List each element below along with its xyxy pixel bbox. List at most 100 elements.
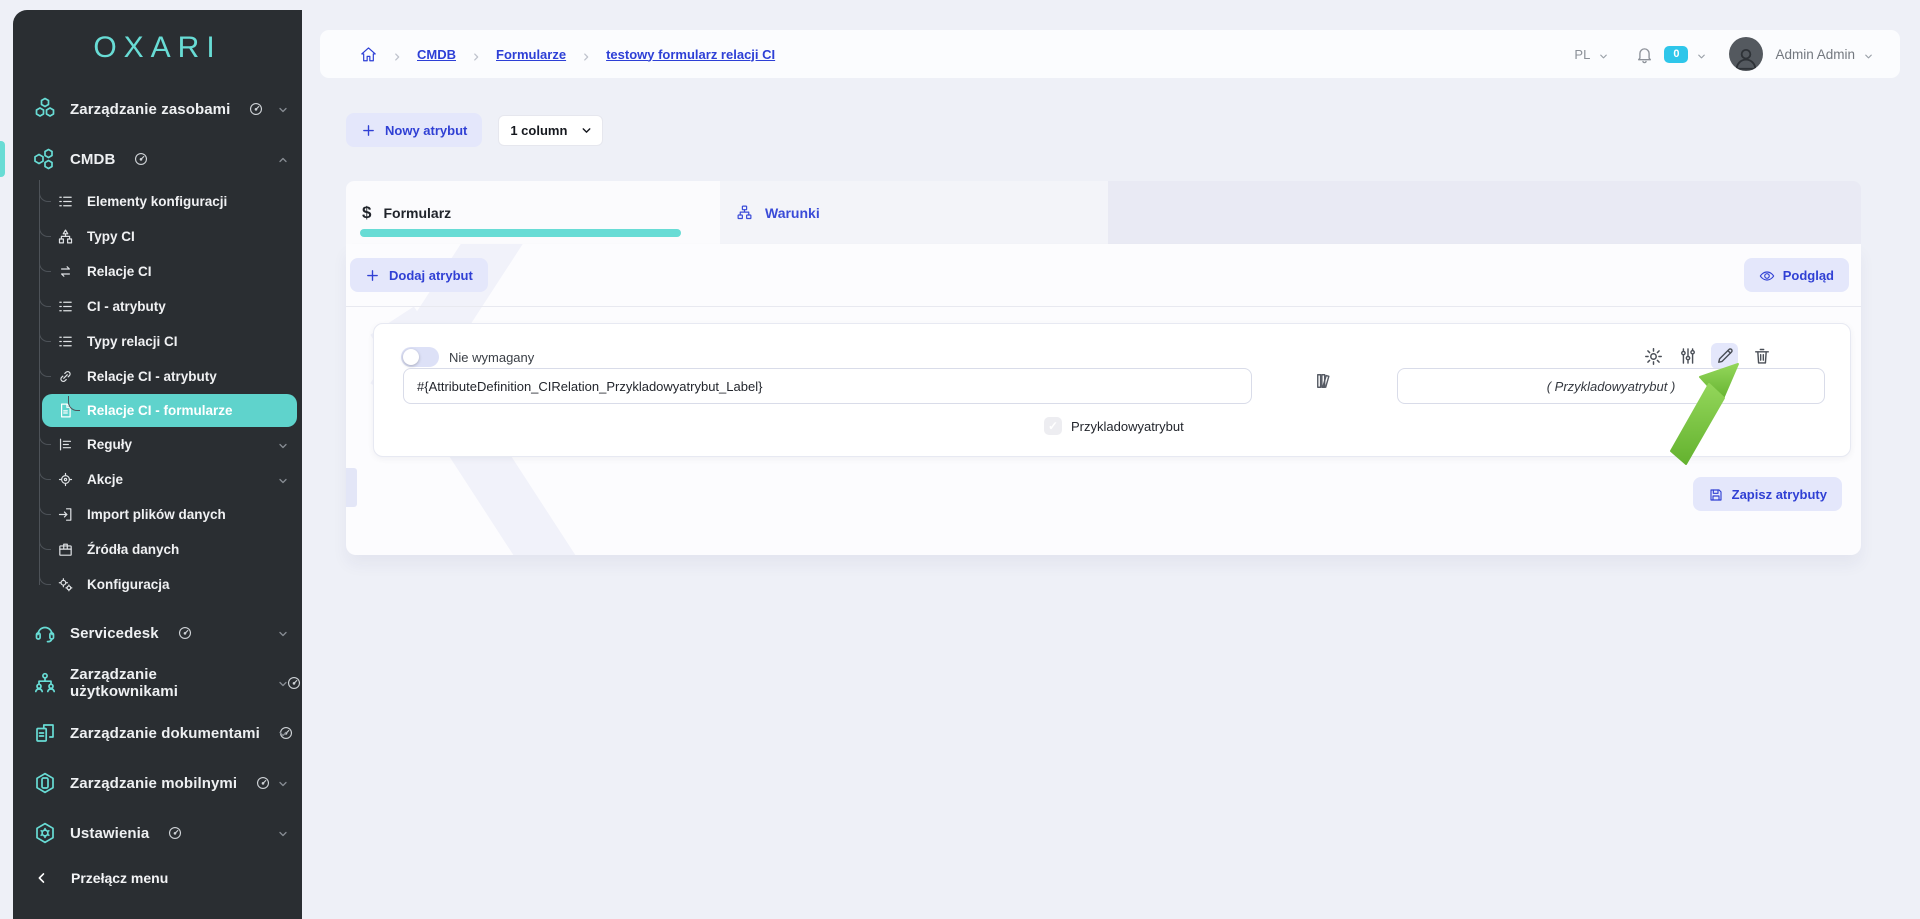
sidebar-item-zarzadzanie-mobilnymi[interactable]: Zarządzanie mobilnymi [13, 758, 302, 808]
chevron-down-icon [277, 677, 289, 689]
sidebar-item-typy-relacji-ci[interactable]: Typy relacji CI [13, 324, 302, 359]
sidebar-item-zarzadzanie-uzytkownikami[interactable]: Zarządzanie użytkownikami [13, 658, 302, 708]
target-icon [57, 471, 74, 488]
sidebar-item-elementy-konfiguracji[interactable]: Elementy konfiguracji [13, 184, 302, 219]
chevron-down-icon[interactable] [1696, 49, 1707, 60]
document-icon [57, 402, 74, 419]
mobile-icon [33, 771, 57, 795]
form-builder-panel: Dodaj atrybut Podgląd Nie wymagany ( Prz… [346, 244, 1861, 555]
gauge-icon [177, 625, 193, 641]
swap-icon [57, 263, 74, 280]
attribute-actions [1643, 343, 1772, 369]
language-selector[interactable]: PL [1574, 47, 1590, 62]
notifications-count-badge[interactable]: 0 [1664, 46, 1688, 63]
sidebar-item-relacje-ci-atrybuty[interactable]: Relacje CI - atrybuty [13, 359, 302, 394]
chevron-right-icon [471, 49, 481, 59]
data-source-icon [57, 541, 74, 558]
sliders-icon[interactable] [1677, 346, 1698, 367]
settings-icon [33, 821, 57, 845]
columns-select-wrap: 1 column [498, 115, 603, 146]
sidebar-item-ci-atrybuty[interactable]: CI - atrybuty [13, 289, 302, 324]
form-toolbar: Nowy atrybut 1 column [346, 113, 603, 147]
sidebar-item-zarzadzanie-zasobami[interactable]: Zarządzanie zasobami [13, 84, 302, 134]
collapse-menu-button[interactable]: Przełącz menu [13, 863, 302, 893]
sidebar-nav: Zarządzanie zasobami CMDB Elementy konfi… [13, 72, 302, 858]
sitemap-icon [736, 204, 753, 221]
dollar-icon: $ [362, 203, 371, 223]
attribute-checkbox-row: Przykladowyatrybut [1044, 417, 1184, 435]
save-attributes-button[interactable]: Zapisz atrybuty [1693, 477, 1842, 511]
columns-select[interactable]: 1 column [498, 115, 603, 146]
chevron-down-icon[interactable] [1598, 49, 1609, 60]
attribute-checkbox-label: Przykladowyatrybut [1071, 419, 1184, 434]
cmdb-icon [33, 147, 57, 171]
sidebar-item-konfiguracja[interactable]: Konfiguracja [13, 567, 302, 602]
link-icon [57, 368, 74, 385]
library-books-icon[interactable] [1314, 371, 1334, 391]
sidebar-item-zrodla-danych[interactable]: Źródła danych [13, 532, 302, 567]
active-section-indicator [0, 141, 5, 177]
user-menu[interactable]: Admin Admin [1775, 47, 1855, 62]
attribute-display-value[interactable]: ( Przykladowyatrybut ) [1397, 368, 1825, 404]
tab-warunki[interactable]: Warunki [720, 181, 1108, 244]
chevron-left-icon [35, 871, 49, 885]
required-toggle-row: Nie wymagany [401, 347, 534, 367]
list-icon [57, 193, 74, 210]
settings-gear-icon[interactable] [1643, 346, 1664, 367]
chevron-down-icon [277, 103, 289, 115]
cmdb-submenu: Elementy konfiguracji Typy CI Relacje CI… [13, 184, 302, 602]
rules-icon [57, 436, 74, 453]
gauge-icon [167, 825, 183, 841]
toggle-knob [403, 349, 419, 365]
chevron-down-icon [277, 439, 289, 451]
import-icon [57, 506, 74, 523]
assets-icon [33, 97, 57, 121]
preview-button[interactable]: Podgląd [1744, 258, 1849, 292]
sidebar-item-cmdb[interactable]: CMDB [13, 134, 302, 184]
sidebar-item-akcje[interactable]: Akcje [13, 462, 302, 497]
oxari-logo: OXARI [13, 10, 302, 72]
sidebar-item-typy-ci[interactable]: Typy CI [13, 219, 302, 254]
breadcrumb-formularze[interactable]: Formularze [496, 47, 566, 62]
chevron-down-icon [277, 727, 289, 739]
gauge-icon [133, 151, 149, 167]
chevron-down-icon[interactable] [1863, 49, 1874, 60]
sidebar-item-reguly[interactable]: Reguły [13, 427, 302, 462]
sidebar: OXARI Zarządzanie zasobami CMDB Elementy… [13, 10, 302, 919]
plus-icon [365, 268, 380, 283]
home-icon[interactable] [360, 46, 377, 63]
save-row: Zapisz atrybuty [1693, 477, 1842, 511]
notifications-bell-icon[interactable] [1635, 45, 1654, 64]
chevron-right-icon [581, 49, 591, 59]
add-attribute-button[interactable]: Dodaj atrybut [350, 258, 488, 292]
sidebar-item-import-plikow-danych[interactable]: Import plików danych [13, 497, 302, 532]
tab-formularz[interactable]: $ Formularz [346, 181, 720, 244]
required-toggle[interactable] [401, 347, 439, 367]
sidebar-item-relacje-ci[interactable]: Relacje CI [13, 254, 302, 289]
save-floppy-icon [1708, 487, 1723, 502]
user-avatar[interactable] [1729, 37, 1763, 71]
attribute-checkbox[interactable] [1044, 417, 1062, 435]
breadcrumb-current-form[interactable]: testowy formularz relacji CI [606, 47, 775, 62]
breadcrumb-cmdb[interactable]: CMDB [417, 47, 456, 62]
panel-side-tag [346, 468, 357, 507]
new-attribute-button[interactable]: Nowy atrybut [346, 113, 482, 147]
list-icon [57, 298, 74, 315]
documents-icon [33, 721, 57, 745]
sidebar-item-servicedesk[interactable]: Servicedesk [13, 608, 302, 658]
chevron-down-icon [277, 627, 289, 639]
attribute-label-input[interactable] [403, 368, 1252, 404]
required-toggle-label: Nie wymagany [449, 350, 534, 365]
sidebar-item-relacje-ci-formularze[interactable]: Relacje CI - formularze [42, 394, 297, 427]
chevron-down-icon [277, 827, 289, 839]
active-tab-indicator [360, 229, 681, 237]
topbar: CMDB Formularze testowy formularz relacj… [320, 30, 1900, 78]
edit-pencil-icon[interactable] [1711, 343, 1738, 369]
sidebar-item-zarzadzanie-dokumentami[interactable]: Zarządzanie dokumentami [13, 708, 302, 758]
eye-icon [1759, 268, 1774, 283]
chevron-down-icon [277, 474, 289, 486]
hierarchy-icon [57, 228, 74, 245]
sidebar-item-ustawienia[interactable]: Ustawienia [13, 808, 302, 858]
trash-icon[interactable] [1751, 346, 1772, 367]
form-tabs: $ Formularz Warunki [346, 181, 1861, 244]
